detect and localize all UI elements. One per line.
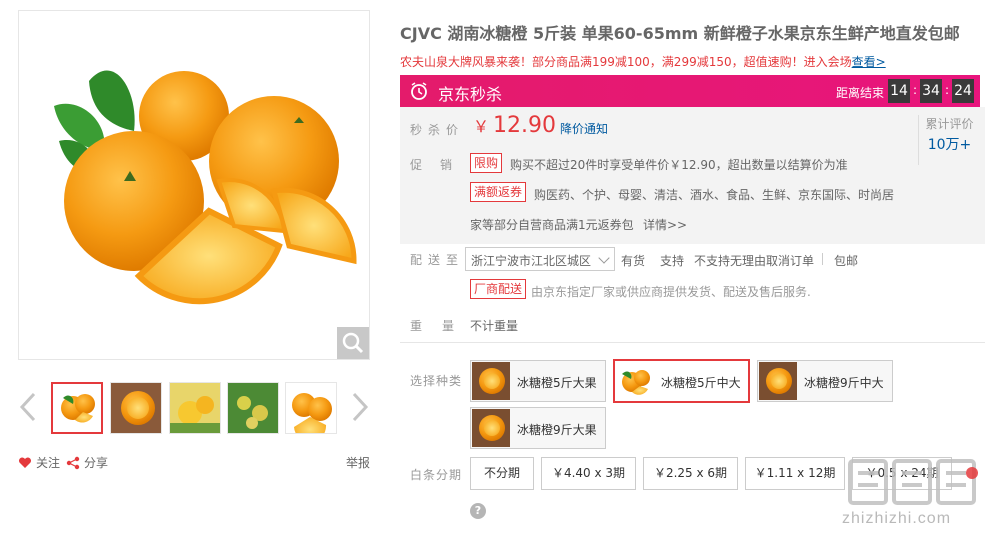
thumb-next-button[interactable] (348, 390, 370, 424)
zoom-button[interactable] (337, 327, 369, 359)
share-button[interactable]: 分享 (66, 454, 108, 471)
variant-option[interactable]: 冰糖橙9斤中大 (757, 360, 893, 402)
countdown-hours: 14 (888, 79, 910, 103)
product-main-image[interactable] (18, 10, 370, 360)
price-label: 秒杀价 (410, 123, 465, 137)
watermark-logo (848, 459, 978, 505)
promo-coupon-text-extra: 家等部分自营商品满1元返券包 (470, 218, 634, 232)
support-label: 支持 (660, 254, 685, 268)
weight-label: 重量 (410, 319, 475, 333)
variant-option-label: 冰糖橙5斤大果 (517, 376, 597, 390)
review-label: 累计评价 (925, 117, 974, 131)
report-label: 举报 (345, 456, 370, 470)
thumbnail-2[interactable] (110, 382, 162, 434)
thumbnail-image (170, 383, 220, 433)
installment-label: 白条分期 (410, 468, 463, 482)
thumbnail-image (111, 383, 161, 433)
variant-option[interactable]: 冰糖橙5斤大果 (470, 360, 606, 402)
variant-option[interactable]: 冰糖橙9斤大果 (470, 407, 606, 449)
heart-icon (18, 456, 32, 468)
promo-coupon-text: 购医药、个护、母婴、清洁、酒水、食品、生鲜、京东国际、时尚居 (534, 188, 895, 202)
follow-button[interactable]: 关注 (18, 454, 60, 471)
share-label: 分享 (84, 456, 109, 470)
variant-option-selected[interactable]: 冰糖橙5斤中大 (613, 359, 750, 403)
address-value: 浙江宁波市江北区城区 (471, 254, 592, 268)
promo-details-link[interactable]: 详情>> (643, 216, 687, 233)
vendor-delivery-text: 由京东指定厂家或供应商提供发货、配送及售后服务. (531, 285, 811, 299)
thumbnail-image (61, 394, 95, 423)
countdown-minutes: 34 (920, 79, 942, 103)
promo-limit-text: 购买不超过20件时享受单件价￥12.90，超出数量以结算价为准 (510, 158, 848, 172)
thumbnail-image (228, 383, 278, 433)
seckill-title: 京东秒杀 (438, 85, 503, 104)
countdown-colon: : (945, 83, 950, 97)
gallery-actions: 关注 分享 举报 (18, 454, 370, 474)
promo-tag-limit: 限购 (470, 153, 503, 173)
variant-thumbnail (472, 362, 510, 400)
promo-tag-coupon: 满额返券 (470, 182, 527, 202)
magnifier-icon (342, 332, 364, 354)
thumbnail-strip (18, 380, 370, 436)
share-icon (66, 456, 80, 469)
chevron-right-icon (352, 392, 369, 422)
weight-value: 不计重量 (470, 319, 519, 333)
free-shipping-link[interactable]: 包邮 (834, 252, 858, 269)
variant-label: 选择种类 (410, 374, 463, 388)
promo-banner-text: 农夫山泉大牌风暴来袭！部分商品满199减100，满299减150，超值速购！进入… (400, 53, 886, 70)
variant-image (472, 362, 510, 400)
seckill-bar: 京东秒杀 距离结束 14 : 34 : 24 (400, 75, 980, 107)
countdown-label: 距离结束 (836, 86, 885, 100)
variant-image (622, 370, 650, 395)
variant-thumbnail (472, 409, 510, 447)
installment-option[interactable]: ￥4.40 x 3期 (541, 457, 636, 490)
review-summary[interactable]: 累计评价 10万+ (918, 115, 980, 165)
report-link[interactable]: 举报 (346, 454, 370, 471)
section-divider (400, 342, 985, 343)
thumbnail-4[interactable] (227, 382, 279, 434)
variant-option-label: 冰糖橙9斤中大 (804, 376, 884, 390)
no-return-link[interactable]: 不支持无理由取消订单 (694, 252, 814, 269)
variant-option-label: 冰糖橙5斤中大 (661, 376, 741, 390)
countdown-colon: : (913, 83, 918, 97)
installment-option[interactable]: 不分期 (470, 457, 534, 490)
variant-thumbnail (616, 362, 654, 400)
price-panel: 秒杀价 ￥ 12.90 降价通知 累计评价 10万+ 促销 限购 购买不超过20件… (400, 107, 985, 244)
variant-thumbnail (759, 362, 797, 400)
product-title: CJVC 湖南冰糖橙 5斤装 单果60-65mm 新鲜橙子水果京东生鲜产地直发包… (400, 24, 960, 43)
chevron-down-icon (598, 252, 610, 264)
vendor-delivery-tag: 厂商配送 (470, 279, 527, 299)
address-selector[interactable]: 浙江宁波市江北区城区 (465, 247, 615, 271)
watermark-domain: zhizhizhi.com (842, 510, 952, 527)
thumb-prev-button[interactable] (18, 390, 40, 424)
thumbnail-3[interactable] (169, 382, 221, 434)
follow-label: 关注 (36, 456, 61, 470)
price-notify-link[interactable]: 降价通知 (560, 120, 608, 137)
stock-status: 有货 (621, 254, 646, 268)
installment-option[interactable]: ￥1.11 x 12期 (745, 457, 845, 490)
divider (822, 253, 823, 265)
delivery-label: 配送至 (410, 253, 465, 267)
price-amount: 12.90 (493, 113, 556, 138)
currency-symbol: ￥ (473, 117, 490, 136)
price-value: ￥ 12.90 (473, 113, 556, 138)
thumbnail-image (286, 383, 336, 433)
watermark: zhizhizhi.com (842, 453, 982, 533)
alarm-clock-icon (411, 82, 427, 100)
promotion-label: 促销 (410, 158, 471, 172)
help-icon[interactable]: ? (470, 503, 486, 519)
promo-view-link[interactable]: 查看> (852, 55, 886, 69)
review-count: 10万+ (927, 137, 972, 153)
variant-image (472, 409, 510, 447)
variant-option-label: 冰糖橙9斤大果 (517, 423, 597, 437)
promo-banner-label: 农夫山泉大牌风暴来袭！部分商品满199减100，满299减150，超值速购！进入… (400, 55, 852, 69)
thumbnail-5[interactable] (285, 382, 337, 434)
thumbnail-1[interactable] (51, 382, 103, 434)
installment-option[interactable]: ￥2.25 x 6期 (643, 457, 738, 490)
countdown-seconds: 24 (952, 79, 974, 103)
variant-image (759, 362, 797, 400)
orange-photo (54, 70, 357, 305)
chevron-left-icon (19, 392, 36, 422)
